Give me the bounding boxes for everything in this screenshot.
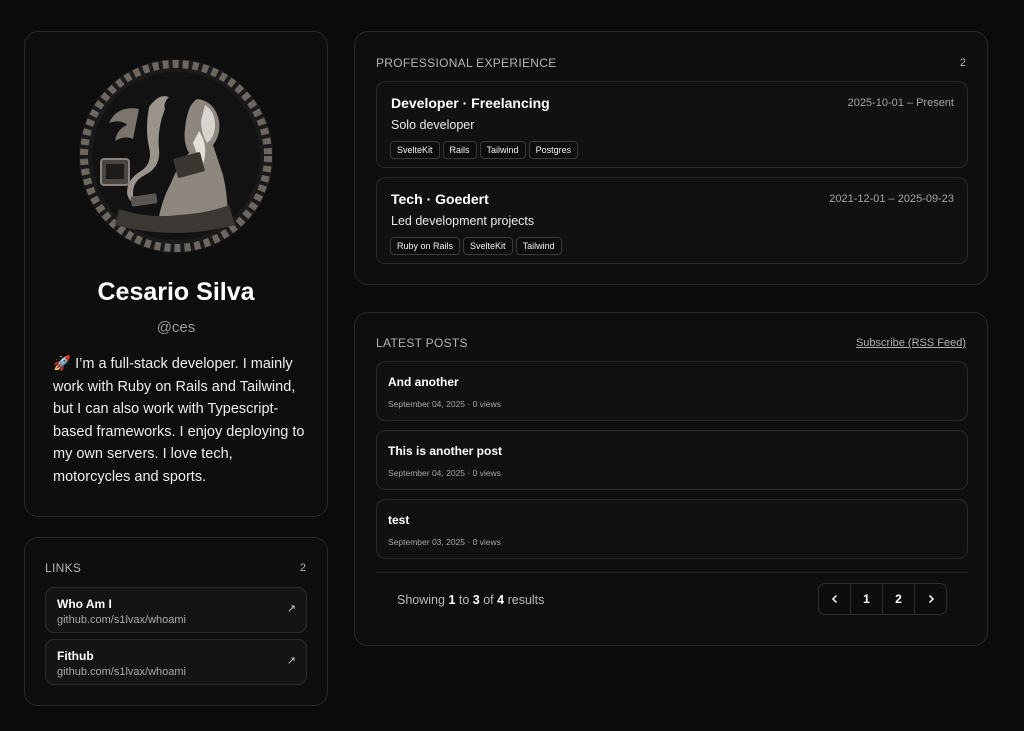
avatar-illustration [79, 59, 273, 253]
posts-card: LATEST POSTS Subscribe (RSS Feed) And an… [354, 312, 988, 646]
showing-to: 3 [472, 593, 480, 607]
showing-suffix: results [507, 593, 545, 607]
link-url: github.com/s1lvax/whoami [57, 614, 187, 626]
post-meta: September 03, 2025 · 0 views [388, 537, 501, 547]
showing-of-word: of [483, 593, 494, 607]
experience-date: 2021-12-01 – 2025-09-23 [829, 193, 954, 205]
tag-list: SvelteKit Rails Tailwind Postgres [390, 141, 579, 159]
showing-from: 1 [448, 593, 456, 607]
post-meta: September 04, 2025 · 0 views [388, 399, 501, 409]
tag: SvelteKit [463, 237, 513, 255]
page-button-1[interactable]: 1 [851, 584, 883, 614]
profile-card: Cesario Silva @ces 🚀 I’m a full-stack de… [24, 31, 328, 517]
prev-page-button[interactable] [819, 584, 851, 614]
tag: Ruby on Rails [390, 237, 461, 255]
tag: Tailwind [515, 237, 562, 255]
tag: Rails [442, 141, 477, 159]
profile-handle: @ces [156, 319, 196, 336]
experience-description: Solo developer [391, 118, 475, 132]
profile-bio: 🚀 I’m a full-stack developer. I mainly w… [53, 356, 305, 485]
chevron-right-icon [928, 594, 934, 604]
post-item[interactable]: test September 03, 2025 · 0 views [376, 499, 968, 559]
page-button-2[interactable]: 2 [883, 584, 915, 614]
divider [376, 572, 968, 573]
pagination: 1 2 [818, 583, 947, 615]
link-title: Who Am I [57, 597, 112, 611]
post-title: test [388, 513, 410, 527]
tag: Tailwind [479, 141, 526, 159]
experience-item: Developer · Freelancing 2025-10-01 – Pre… [376, 81, 968, 168]
results-summary: Showing 1 to 3 of 4 results [397, 593, 544, 607]
experience-role: Tech · Goedert [391, 191, 489, 207]
link-url: github.com/s1lvax/whoami [57, 666, 187, 678]
experience-count: 2 [959, 57, 966, 69]
experience-description: Led development projects [391, 214, 535, 228]
showing-prefix: Showing [397, 593, 445, 607]
experience-card: PROFESSIONAL EXPERIENCE 2 Developer · Fr… [354, 31, 988, 285]
experience-date: 2025-10-01 – Present [847, 97, 954, 109]
arrow-up-right-icon: ↗ [286, 603, 296, 615]
post-meta: September 04, 2025 · 0 views [388, 468, 501, 478]
link-item-fithub[interactable]: Fithub github.com/s1lvax/whoami ↗ [45, 639, 307, 685]
experience-item: Tech · Goedert 2021-12-01 – 2025-09-23 L… [376, 177, 968, 264]
link-title: Fithub [57, 649, 94, 663]
showing-total: 4 [497, 593, 505, 607]
avatar [79, 59, 273, 253]
post-title: This is another post [388, 444, 503, 458]
link-item-who-am-i[interactable]: Who Am I github.com/s1lvax/whoami ↗ [45, 587, 307, 633]
arrow-up-right-icon: ↗ [286, 655, 296, 667]
post-item[interactable]: And another September 04, 2025 · 0 views [376, 361, 968, 421]
post-item[interactable]: This is another post September 04, 2025 … [376, 430, 968, 490]
links-count: 2 [299, 562, 306, 574]
tag-list: Ruby on Rails SvelteKit Tailwind [390, 237, 562, 255]
showing-to-word: to [458, 593, 470, 607]
tag: SvelteKit [390, 141, 440, 159]
post-title: And another [388, 375, 459, 389]
chevron-left-icon [831, 594, 837, 604]
links-title: LINKS [45, 561, 82, 575]
rss-subscribe-link[interactable]: Subscribe (RSS Feed) [856, 337, 966, 349]
experience-title: PROFESSIONAL EXPERIENCE [376, 56, 557, 70]
tag: Postgres [528, 141, 579, 159]
experience-role: Developer · Freelancing [391, 95, 550, 111]
next-page-button[interactable] [915, 584, 946, 614]
posts-title: LATEST POSTS [376, 336, 468, 350]
profile-name: Cesario Silva [97, 278, 255, 306]
links-card: LINKS 2 Who Am I github.com/s1lvax/whoam… [24, 537, 328, 706]
